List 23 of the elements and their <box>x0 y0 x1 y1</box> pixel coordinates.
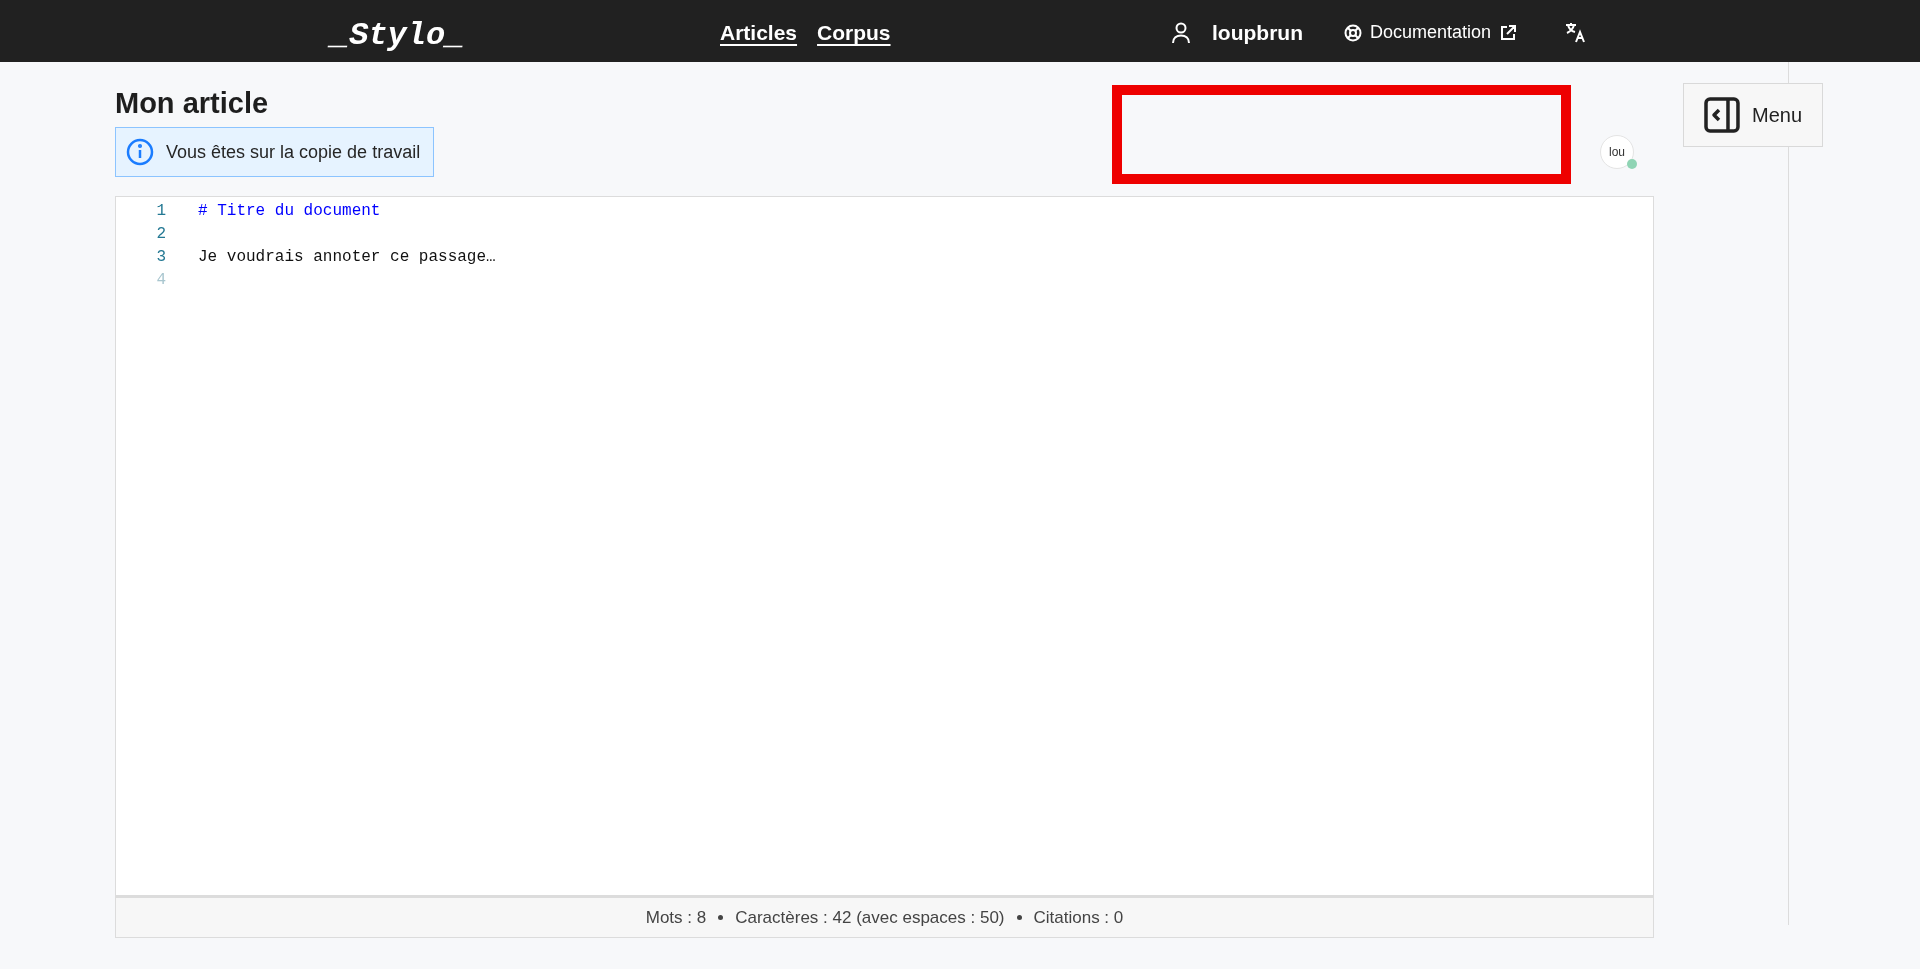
lifebuoy-icon <box>1344 23 1362 42</box>
sidebar-toggle-icon <box>1704 97 1740 133</box>
username[interactable]: loupbrun <box>1212 17 1303 49</box>
line-number: 4 <box>155 269 166 291</box>
menu-button[interactable]: Menu <box>1683 83 1823 147</box>
line-number: 2 <box>155 223 166 245</box>
notice-text: Vous êtes sur la copie de travail <box>166 140 421 164</box>
line-number: 3 <box>155 246 166 268</box>
translate-icon[interactable] <box>1564 20 1588 44</box>
external-link-icon <box>1499 23 1518 42</box>
line-number: 1 <box>155 200 166 222</box>
heading-line: # Titre du document <box>198 200 381 222</box>
nav-link[interactable]: Corpus <box>817 17 891 49</box>
stat-text: Mots : 8 <box>645 906 707 929</box>
user-icon <box>1170 20 1192 45</box>
stat-text: Caractères : 42 (avec espaces : 50) <box>735 906 1005 929</box>
nav-link[interactable]: Articles <box>720 17 798 49</box>
user-avatar[interactable]: lou <box>1600 135 1634 169</box>
info-icon <box>126 138 154 166</box>
text-line: Je voudrais annoter ce passage… <box>198 246 496 268</box>
article-title: Mon article <box>115 86 269 121</box>
documentation-link[interactable]: Documentation <box>1344 19 1518 46</box>
stat-text: Citations : 0 <box>1033 906 1124 929</box>
